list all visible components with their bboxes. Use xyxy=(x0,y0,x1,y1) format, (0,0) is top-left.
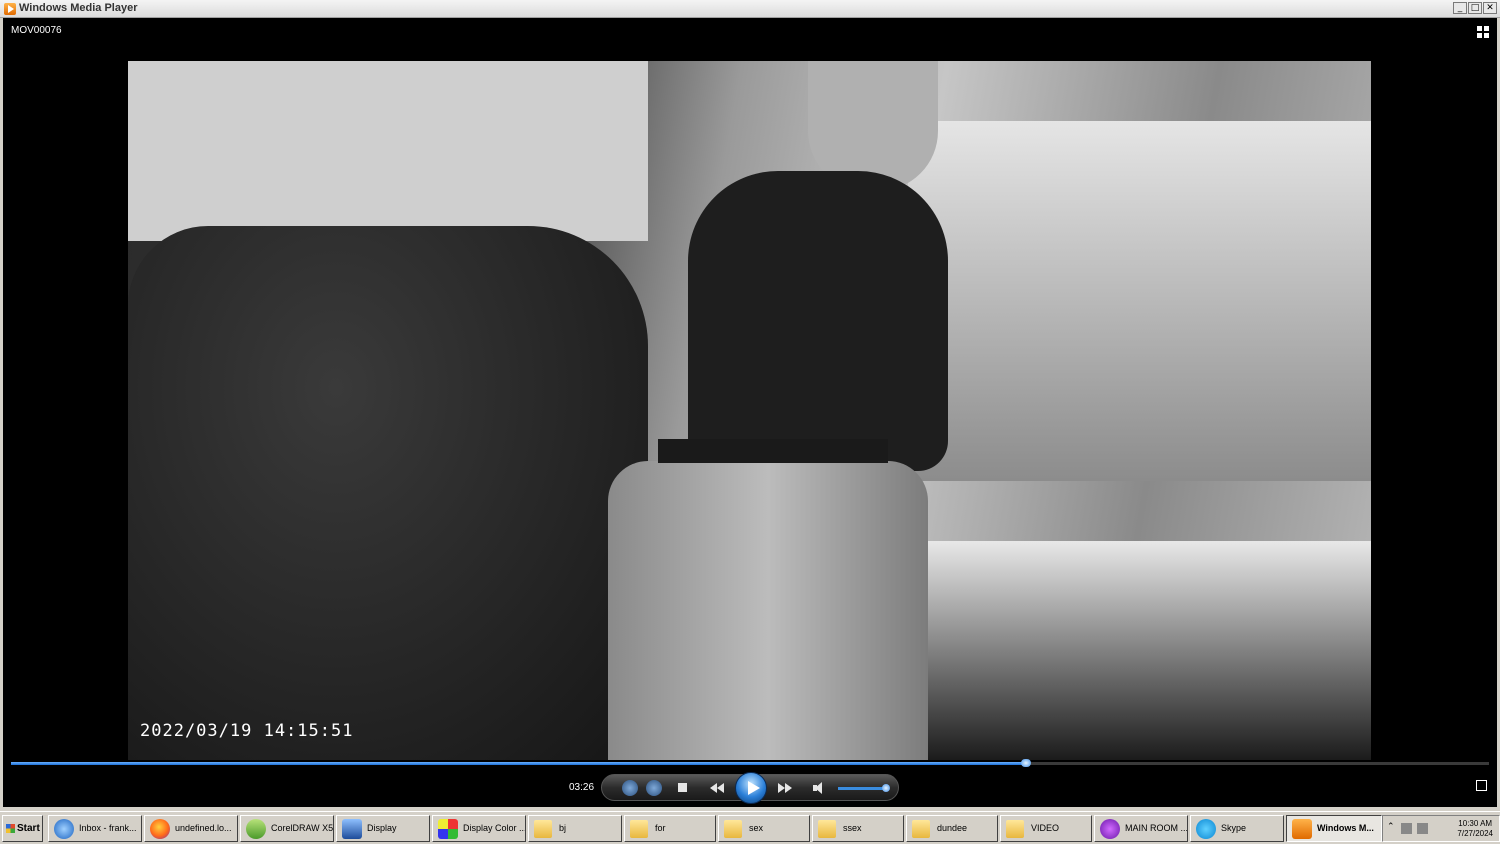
previous-icon[interactable] xyxy=(710,780,726,796)
taskbar-item[interactable]: undefined.lo... xyxy=(144,815,238,842)
taskbar-item-label: ssex xyxy=(843,823,862,833)
taskbar-item[interactable]: CorelDRAW X5 xyxy=(240,815,334,842)
taskbar-item[interactable]: dundee xyxy=(906,815,998,842)
seek-thumb[interactable] xyxy=(1021,759,1032,767)
volume-thumb[interactable] xyxy=(881,784,890,792)
taskbar-item-label: for xyxy=(655,823,666,833)
seek-bar[interactable] xyxy=(11,759,1489,767)
wmp-icon xyxy=(1292,819,1312,839)
taskbar-item-label: bj xyxy=(559,823,567,833)
taskbar-item[interactable]: Display xyxy=(336,815,430,842)
taskbar-item-label: MAIN ROOM ... xyxy=(1125,823,1188,833)
taskbar-item[interactable]: VIDEO xyxy=(1000,815,1092,842)
next-icon[interactable] xyxy=(776,780,792,796)
mail-icon xyxy=(54,819,74,839)
taskbar-item[interactable]: bj xyxy=(528,815,622,842)
folder-icon xyxy=(534,820,552,838)
taskbar-item-label: undefined.lo... xyxy=(175,823,232,833)
folder-icon xyxy=(912,820,930,838)
title-bar: Windows Media Player _ □ ✕ xyxy=(0,0,1500,18)
close-button[interactable]: ✕ xyxy=(1483,2,1497,14)
taskbar-item-label: CorelDRAW X5 xyxy=(271,823,334,833)
window-buttons: _ □ ✕ xyxy=(1453,2,1497,14)
system-tray: ⌃ 10:30 AM 7/27/2024 xyxy=(1382,815,1500,842)
repeat-icon[interactable] xyxy=(646,780,662,796)
folder-icon xyxy=(1006,820,1024,838)
taskbar-item-label: Inbox - frank... xyxy=(79,823,137,833)
taskbar: Start Inbox - frank... undefined.lo... Cor… xyxy=(0,811,1500,844)
volume-slider[interactable] xyxy=(838,784,890,792)
minimize-button[interactable]: _ xyxy=(1453,2,1467,14)
display-color-icon xyxy=(438,819,458,839)
maximize-button[interactable]: □ xyxy=(1468,2,1482,14)
taskbar-item[interactable]: Inbox - frank... xyxy=(48,815,142,842)
firefox-icon xyxy=(150,819,170,839)
coreldraw-icon xyxy=(246,819,266,839)
shuffle-icon[interactable] xyxy=(622,780,638,796)
player-area: MOV00076 2022/03/19 14:15:51 03:26 xyxy=(3,18,1497,807)
clock[interactable]: 10:30 AM 7/27/2024 xyxy=(1457,819,1493,839)
playback-controls xyxy=(601,772,899,804)
clock-date: 7/27/2024 xyxy=(1457,829,1493,838)
window-title: Windows Media Player xyxy=(19,2,138,14)
seek-progress xyxy=(11,762,1027,765)
wmp-app-icon xyxy=(4,3,16,15)
flag-icon[interactable] xyxy=(1417,823,1428,834)
taskbar-item-label: Skype xyxy=(1221,823,1247,833)
taskbar-item[interactable]: Skype xyxy=(1190,815,1284,842)
taskbar-item[interactable]: Windows M... xyxy=(1286,815,1382,842)
folder-icon xyxy=(724,820,742,838)
folder-icon xyxy=(630,820,648,838)
taskbar-item[interactable]: Display Color ... xyxy=(432,815,526,842)
network-icon[interactable] xyxy=(1401,823,1412,834)
mainroom-icon xyxy=(1100,819,1120,839)
folder-icon xyxy=(818,820,836,838)
play-button[interactable] xyxy=(735,772,767,804)
taskbar-item[interactable]: ssex xyxy=(812,815,904,842)
video-timestamp: 2022/03/19 14:15:51 xyxy=(140,721,354,741)
taskbar-item-label: sex xyxy=(749,823,764,833)
taskbar-item-label: Display Color ... xyxy=(463,823,526,833)
taskbar-item-label: Display xyxy=(367,823,397,833)
video-frame[interactable]: 2022/03/19 14:15:51 xyxy=(128,61,1371,760)
taskbar-item[interactable]: sex xyxy=(718,815,810,842)
taskbar-item[interactable]: MAIN ROOM ... xyxy=(1094,815,1188,842)
volume-icon[interactable] xyxy=(812,780,828,796)
taskbar-item-label: dundee xyxy=(937,823,968,833)
tray-expand-icon[interactable]: ⌃ xyxy=(1387,822,1395,832)
stop-icon[interactable] xyxy=(678,783,687,792)
now-playing-title: MOV00076 xyxy=(11,25,62,36)
switch-to-library-icon[interactable] xyxy=(1477,26,1489,38)
taskbar-item-label: Windows M... xyxy=(1317,823,1374,833)
taskbar-item-label: VIDEO xyxy=(1031,823,1060,833)
fullscreen-icon[interactable] xyxy=(1476,780,1487,791)
current-time: 03:26 xyxy=(569,782,595,793)
start-button[interactable]: Start xyxy=(2,815,43,842)
display-icon xyxy=(342,819,362,839)
clock-time: 10:30 AM xyxy=(1458,819,1493,828)
skype-icon xyxy=(1196,819,1216,839)
taskbar-item[interactable]: for xyxy=(624,815,716,842)
